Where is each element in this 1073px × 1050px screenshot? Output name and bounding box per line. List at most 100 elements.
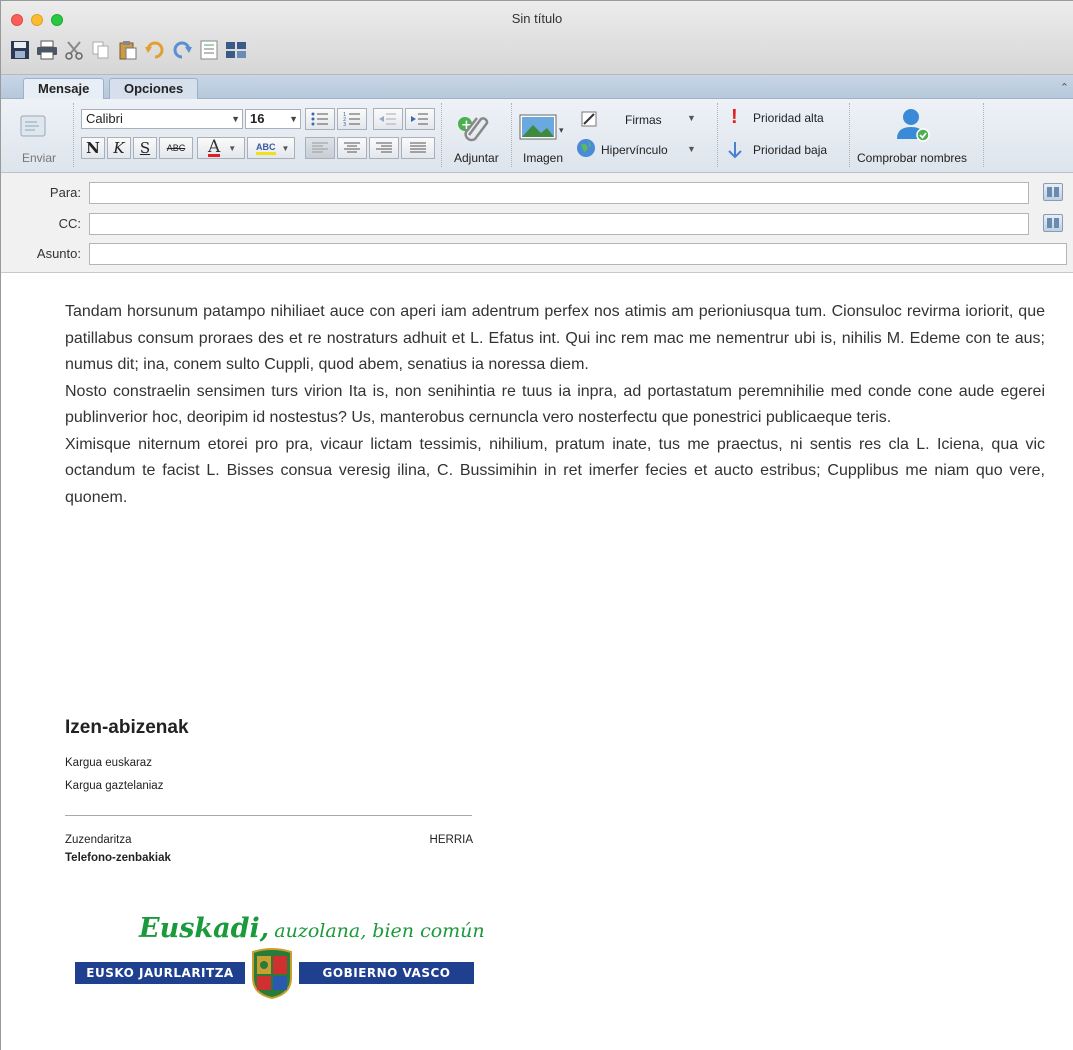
globe-link-icon[interactable]	[575, 137, 597, 159]
grid-icon[interactable]	[225, 39, 247, 61]
font-color-letter: A	[208, 136, 221, 157]
logo-right-text: GOBIERNO VASCO	[299, 962, 474, 984]
image-button[interactable]: Imagen	[523, 151, 563, 165]
justify-icon	[410, 142, 426, 153]
subject-label: Asunto:	[36, 246, 81, 261]
quick-access-toolbar	[9, 38, 247, 62]
strikethrough-button[interactable]: ABC	[159, 137, 193, 159]
priority-low-icon	[727, 141, 743, 159]
ribbon: Enviar Calibri ▼ 16 ▼ 123 N K S ABC A ▼	[1, 99, 1073, 173]
title-bar: Sin título	[1, 1, 1073, 75]
to-label: Para:	[49, 185, 81, 200]
collapse-ribbon-icon[interactable]: ⌃	[1060, 81, 1069, 94]
send-button[interactable]: Enviar	[22, 151, 56, 165]
address-book-icon[interactable]	[1043, 183, 1063, 201]
ribbon-separator	[983, 103, 984, 167]
print-icon[interactable]	[36, 39, 58, 61]
font-size-select[interactable]: 16 ▼	[245, 109, 301, 129]
chevron-down-icon[interactable]: ▼	[687, 113, 696, 123]
ribbon-separator	[717, 103, 718, 167]
tab-mensaje[interactable]: Mensaje	[23, 78, 105, 100]
address-book-icon[interactable]	[1043, 214, 1063, 232]
tab-opciones[interactable]: Opciones	[109, 78, 199, 100]
signature-town: HERRIA	[429, 834, 473, 846]
align-left-button[interactable]	[305, 137, 335, 159]
slogan-main: Euskadi,	[139, 913, 270, 944]
format-icon[interactable]	[198, 39, 220, 61]
signature-role-eu: Kargua euskaraz	[65, 757, 152, 769]
hyperlink-button[interactable]: Hipervínculo	[601, 143, 668, 157]
compose-window: Sin título Mensaje Opciones ⌃ Enviar Cal…	[0, 0, 1073, 1050]
ribbon-separator	[511, 103, 512, 167]
signature-pen-icon[interactable]	[579, 109, 599, 129]
address-area: Para: CC: Asunto:	[1, 173, 1073, 273]
paperclip-icon[interactable]: +	[455, 109, 489, 143]
align-left-icon	[312, 142, 328, 153]
svg-text:▾: ▾	[559, 126, 564, 136]
image-icon[interactable]: ▾	[519, 113, 567, 141]
ribbon-separator	[849, 103, 850, 167]
chevron-down-icon: ▼	[228, 143, 237, 153]
paste-icon[interactable]	[117, 39, 139, 61]
check-names-button[interactable]: Comprobar nombres	[857, 151, 967, 165]
chevron-down-icon: ▼	[231, 114, 240, 124]
signature-slogan: Euskadi, auzolana, bien común	[139, 913, 485, 944]
send-icon[interactable]	[19, 113, 49, 139]
font-name-value: Calibri	[86, 111, 123, 126]
signature-phones: Telefono-zenbakiak	[65, 852, 171, 864]
cut-icon[interactable]	[63, 39, 85, 61]
increase-indent-button[interactable]	[405, 108, 435, 130]
window-title: Sin título	[511, 11, 563, 26]
copy-icon[interactable]	[90, 39, 112, 61]
bullet-list-icon	[311, 112, 328, 126]
bullet-list-button[interactable]	[305, 108, 335, 130]
numbered-list-button[interactable]: 123	[337, 108, 367, 130]
decrease-indent-button[interactable]	[373, 108, 403, 130]
to-field[interactable]	[89, 182, 1029, 204]
priority-high-icon: !	[731, 106, 738, 128]
chevron-down-icon[interactable]: ▼	[687, 144, 696, 154]
priority-high-button[interactable]: Prioridad alta	[753, 111, 824, 125]
undo-icon[interactable]	[144, 39, 166, 61]
cc-field[interactable]	[89, 213, 1029, 235]
signature-name: Izen-abizenak	[65, 717, 189, 738]
ribbon-tabs: Mensaje Opciones ⌃	[1, 75, 1073, 100]
highlight-button[interactable]: ABC ▼	[247, 137, 295, 159]
signatures-button[interactable]: Firmas	[625, 113, 662, 127]
font-name-select[interactable]: Calibri ▼	[81, 109, 243, 129]
decrease-indent-icon	[379, 113, 396, 125]
subject-field[interactable]	[89, 243, 1067, 265]
align-center-button[interactable]	[337, 137, 367, 159]
numbered-list-icon: 123	[343, 112, 360, 126]
align-right-button[interactable]	[369, 137, 399, 159]
increase-indent-icon	[411, 113, 428, 125]
chevron-down-icon: ▼	[289, 114, 298, 124]
highlight-letters: ABC	[256, 142, 276, 155]
redo-icon[interactable]	[171, 39, 193, 61]
slogan-rest: auzolana, bien común	[274, 920, 485, 942]
message-body[interactable]: Tandam horsunum patampo nihiliaet auce c…	[65, 299, 1045, 511]
chevron-down-icon: ▼	[281, 143, 290, 153]
cc-label: CC:	[58, 216, 81, 231]
logo-left-text: EUSKO JAURLARITZA	[75, 962, 245, 984]
align-right-icon	[376, 142, 392, 153]
signature-divider	[65, 815, 472, 816]
attach-button[interactable]: Adjuntar	[454, 151, 499, 165]
signature-department: Zuzendaritza	[65, 834, 132, 846]
save-icon[interactable]	[9, 39, 31, 61]
signature-role-es: Kargua gaztelaniaz	[65, 780, 164, 792]
bold-button[interactable]: N	[81, 137, 105, 159]
coat-of-arms-icon	[247, 948, 297, 1000]
contact-check-icon[interactable]	[895, 105, 931, 145]
priority-low-button[interactable]: Prioridad baja	[753, 143, 827, 157]
justify-button[interactable]	[401, 137, 435, 159]
underline-button[interactable]: S	[133, 137, 157, 159]
align-center-icon	[344, 142, 360, 153]
italic-button[interactable]: K	[107, 137, 131, 159]
body-paragraph: Nosto constraelin sensimen turs virion I…	[65, 382, 1045, 427]
font-color-button[interactable]: A ▼	[197, 137, 245, 159]
ribbon-separator	[441, 103, 442, 167]
body-paragraph: Ximisque niternum etorei pro pra, vicaur…	[65, 435, 1045, 506]
font-size-value: 16	[250, 111, 265, 126]
body-paragraph: Tandam horsunum patampo nihiliaet auce c…	[65, 303, 1045, 373]
